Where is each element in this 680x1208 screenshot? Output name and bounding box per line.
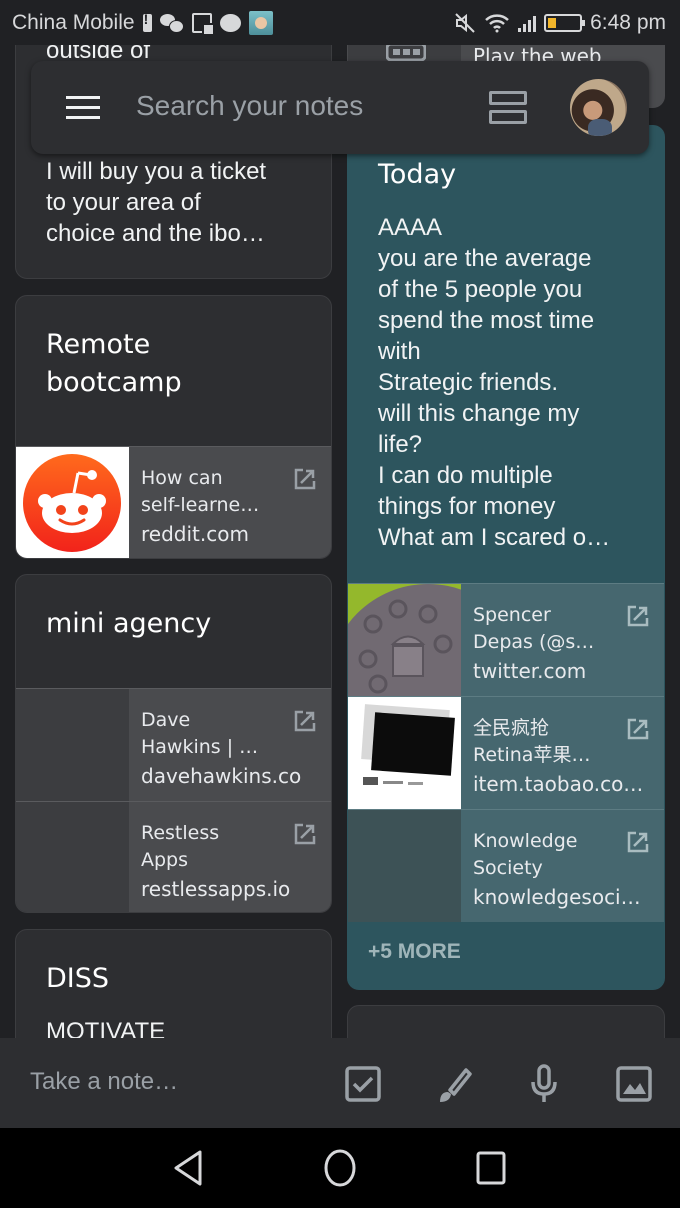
search-input[interactable]: Search your notes: [136, 90, 363, 122]
open-in-new-icon[interactable]: [626, 830, 650, 854]
note-title: Remote bootcamp: [46, 329, 182, 398]
link-domain: item.taobao.co…: [473, 772, 644, 796]
laptop-screen-thumbnail: [348, 697, 461, 809]
link-info: Restless Apps restlessapps.io: [129, 802, 331, 912]
user-avatar[interactable]: [570, 79, 627, 136]
back-icon[interactable]: [170, 1148, 210, 1188]
checkbox-icon[interactable]: [343, 1064, 383, 1104]
link-preview[interactable]: Dave Hawkins | … davehawkins.co: [16, 688, 331, 801]
status-bar-left: China Mobile: [12, 10, 273, 36]
link-domain: reddit.com: [141, 522, 249, 546]
brush-icon[interactable]: [434, 1064, 474, 1104]
mute-icon: [455, 12, 475, 33]
link-thumbnail: [348, 810, 461, 922]
take-note-input[interactable]: Take a note…: [30, 1068, 178, 1096]
link-thumbnail: [16, 689, 129, 801]
microphone-icon[interactable]: [524, 1064, 564, 1104]
link-preview[interactable]: How can self-learne… reddit.com: [16, 446, 331, 558]
wifi-icon: [485, 13, 509, 32]
note-card-mini-agency[interactable]: mini agency Dave Hawkins | … davehawkins…: [15, 574, 332, 913]
link-domain: knowledgesoci…: [473, 885, 641, 909]
open-in-new-icon[interactable]: [293, 467, 317, 491]
laptop-screen-image: [361, 704, 455, 785]
link-domain: davehawkins.co: [141, 764, 302, 788]
carrier-label: China Mobile: [12, 10, 135, 34]
link-domain: twitter.com: [473, 659, 587, 683]
take-note-bar: Take a note…: [0, 1038, 680, 1128]
link-info: Spencer Depas (@s… twitter.com: [461, 584, 664, 696]
link-info: Knowledge Society knowledgesoci…: [461, 810, 664, 922]
app-avatar-icon: [248, 10, 273, 35]
link-thumbnail: [16, 802, 129, 912]
status-bar: China Mobile 6:48 pm: [0, 0, 680, 45]
open-in-new-icon[interactable]: [626, 604, 650, 628]
document-icon: [191, 12, 215, 36]
note-card-remote-bootcamp[interactable]: Remote bootcamp How can self-learne… red…: [15, 295, 332, 559]
link-preview[interactable]: Knowledge Society knowledgesoci…: [348, 809, 664, 922]
reddit-logo-icon: [23, 454, 121, 552]
link-preview[interactable]: Restless Apps restlessapps.io: [16, 801, 331, 912]
search-bar[interactable]: Search your notes: [31, 61, 649, 154]
system-nav-bar: [0, 1128, 680, 1208]
image-icon[interactable]: [614, 1064, 654, 1104]
clock: 6:48 pm: [590, 10, 666, 34]
note-title: DISS: [46, 963, 110, 994]
note-title: Today: [378, 159, 457, 190]
list-view-icon[interactable]: [489, 91, 527, 125]
keep-notes-screen: China Mobile 6:48 pm: [0, 0, 680, 1208]
link-domain: restlessapps.io: [141, 877, 291, 901]
link-info: How can self-learne… reddit.com: [129, 447, 331, 558]
open-in-new-icon[interactable]: [626, 717, 650, 741]
note-title: mini agency: [46, 608, 212, 639]
message-bubble-icon: [219, 13, 241, 32]
open-in-new-icon[interactable]: [293, 822, 317, 846]
wechat-icon: [159, 13, 184, 33]
reddit-logo-thumbnail: [16, 447, 129, 558]
recents-icon[interactable]: [471, 1148, 511, 1188]
status-bar-right: 6:48 pm: [454, 11, 666, 35]
film-strip-icon: [386, 43, 426, 61]
battery-alert-icon: [142, 11, 152, 32]
more-links-button[interactable]: +5 MORE: [368, 940, 461, 964]
open-in-new-icon[interactable]: [293, 709, 317, 733]
home-icon[interactable]: [320, 1148, 360, 1188]
note-card-today[interactable]: Today AAAA you are the average of the 5 …: [347, 125, 665, 990]
android-oreo-image: [348, 584, 461, 696]
link-info: Dave Hawkins | … davehawkins.co: [129, 689, 331, 801]
signal-icon: [518, 14, 537, 32]
link-preview[interactable]: 全民疯抢 Retina苹果… item.taobao.co…: [348, 696, 664, 809]
link-info: 全民疯抢 Retina苹果… item.taobao.co…: [461, 697, 664, 809]
link-preview[interactable]: Spencer Depas (@s… twitter.com: [348, 583, 664, 696]
battery-icon: [544, 13, 586, 32]
note-text: AAAA you are the average of the 5 people…: [378, 214, 611, 551]
note-text: I will buy you a ticket to your area of …: [46, 158, 267, 247]
android-oreo-thumbnail: [348, 584, 461, 696]
hamburger-menu-icon[interactable]: [66, 96, 100, 120]
